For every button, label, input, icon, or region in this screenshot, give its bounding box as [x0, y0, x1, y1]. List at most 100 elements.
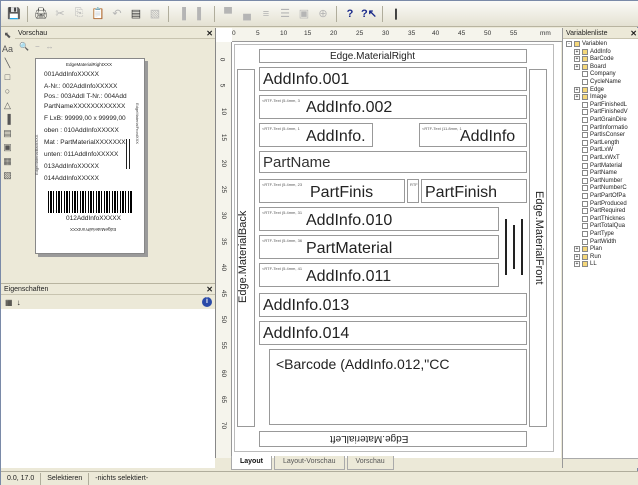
addinfo-001-field[interactable]: AddInfo.001: [259, 67, 527, 91]
align-middle-icon[interactable]: ▄: [238, 5, 256, 23]
partname-field[interactable]: PartName: [259, 151, 527, 173]
variable-tree-item[interactable]: PartLxW: [574, 147, 613, 154]
barcode-tool-icon[interactable]: ▐: [1, 112, 14, 126]
separator-line[interactable]: [505, 219, 507, 275]
exit-icon[interactable]: ❙: [387, 5, 405, 23]
info-icon[interactable]: i: [202, 297, 212, 307]
tab-layout-preview[interactable]: Layout-Vorschau: [273, 456, 345, 470]
ellipse-tool-icon[interactable]: ○: [1, 84, 14, 98]
variable-tree-item[interactable]: PartRequired: [574, 208, 625, 215]
variable-tree-item[interactable]: PartName: [574, 170, 617, 177]
variable-tree-item[interactable]: PartProduced: [574, 200, 627, 207]
zoom-out-icon[interactable]: −: [35, 42, 40, 51]
rtf-small-field[interactable]: RTF: [407, 179, 419, 203]
table-tool-icon[interactable]: ▦: [1, 154, 14, 168]
distribute-h-icon[interactable]: ≡: [257, 5, 275, 23]
expand-icon[interactable]: +: [574, 48, 580, 55]
addinfo-003-field[interactable]: <RTF-Text (5.4mm, 1 AddInfo.: [259, 123, 373, 147]
edge-material-left-field[interactable]: Edge.MaterialLeft: [259, 431, 527, 447]
variable-tree-item[interactable]: PartThicknes: [574, 215, 625, 222]
variable-tree-item[interactable]: + Edge: [574, 86, 604, 93]
align-top-icon[interactable]: ▀: [219, 5, 237, 23]
tab-preview[interactable]: Vorschau: [346, 456, 394, 470]
text-tool-icon[interactable]: Aa: [1, 42, 14, 56]
paste-icon[interactable]: 📋: [89, 5, 107, 23]
same-size-icon[interactable]: ▣: [295, 5, 313, 23]
horizontal-scrollbar[interactable]: [563, 458, 638, 468]
drawing-tool-icon[interactable]: △: [1, 98, 14, 112]
addinfo-013-field[interactable]: AddInfo.013: [259, 293, 527, 317]
sort-az-icon[interactable]: ↓: [17, 298, 21, 307]
zoom-icon[interactable]: 🔍: [19, 42, 29, 51]
variable-tree-item[interactable]: + BarCode: [574, 56, 614, 63]
variable-tree-item[interactable]: PartLength: [574, 139, 619, 146]
variable-tree-item[interactable]: PartTotalQua: [574, 223, 625, 230]
variable-tree-item[interactable]: PartIsConser: [574, 132, 625, 139]
object-list-icon[interactable]: ▤: [127, 5, 145, 23]
expand-icon[interactable]: +: [574, 246, 580, 253]
variable-tree-item[interactable]: PartMaterial: [574, 162, 622, 169]
addinfo-002-field[interactable]: <RTF-Text (5.4mm, 3 AddInfo.002: [259, 95, 527, 119]
select-tool-icon[interactable]: ⬉: [1, 28, 14, 42]
close-icon[interactable]: ✕: [630, 28, 637, 39]
picture-tool-icon[interactable]: ▣: [1, 140, 14, 154]
addinfo-004-field[interactable]: <RTF-Text (11.8mm, 1 AddInfo: [419, 123, 527, 147]
rectangle-tool-icon[interactable]: □: [1, 70, 14, 84]
expand-icon[interactable]: +: [574, 261, 580, 268]
variable-tree-item[interactable]: + Plan: [574, 246, 602, 253]
addinfo-014-field[interactable]: AddInfo.014: [259, 321, 527, 345]
print-icon[interactable]: 🖨: [32, 5, 50, 23]
barcode-field[interactable]: <Barcode (AddInfo.012,"CC: [269, 349, 527, 425]
separator-line[interactable]: [521, 219, 523, 275]
variable-tree-item[interactable]: PartNumberC: [574, 185, 627, 192]
arrange-icon[interactable]: ▧: [146, 5, 164, 23]
expand-icon[interactable]: +: [574, 253, 580, 260]
variable-tree-item[interactable]: PartPartOfPa: [574, 193, 626, 199]
expand-icon[interactable]: +: [574, 63, 580, 70]
variable-tree-item[interactable]: - Variablen: [566, 41, 607, 47]
variable-tree-item[interactable]: PartInformatio: [574, 124, 628, 131]
copy-icon[interactable]: ⎘: [70, 5, 88, 23]
variable-tree-item[interactable]: PartNumber: [574, 177, 622, 184]
undo-icon[interactable]: ↶: [108, 5, 126, 23]
partfinish-length-field[interactable]: <RTF-Text (5.4mm, 23 PartFinis: [259, 179, 405, 203]
expand-icon[interactable]: +: [574, 94, 580, 101]
center-icon[interactable]: ⊕: [314, 5, 332, 23]
expand-icon[interactable]: +: [574, 86, 580, 93]
collapse-icon[interactable]: -: [566, 41, 572, 47]
align-left-icon[interactable]: ▐: [173, 5, 191, 23]
variable-tree-item[interactable]: PartType: [574, 231, 614, 237]
variable-tree-item[interactable]: PartFinishedV: [574, 109, 628, 116]
cut-icon[interactable]: ✂: [51, 5, 69, 23]
variable-tree-item[interactable]: CycleName: [574, 79, 621, 85]
rtf-tool-icon[interactable]: ▤: [1, 126, 14, 140]
variable-tree-item[interactable]: PartLxWxT: [574, 155, 620, 161]
addinfo-010-field[interactable]: <RTF-Text (5.4mm, 31 AddInfo.010: [259, 207, 499, 231]
tab-layout[interactable]: Layout: [231, 456, 272, 470]
chart-tool-icon[interactable]: ▧: [1, 168, 14, 182]
categorized-icon[interactable]: ▦: [5, 298, 13, 307]
close-icon[interactable]: ✕: [206, 284, 213, 295]
variable-tree-item[interactable]: + Image: [574, 94, 607, 101]
layout-design-area[interactable]: 0 5 10 15 20 25 30 35 40 45 50 55 mm 0 5…: [215, 28, 562, 458]
separator-line[interactable]: [513, 225, 515, 269]
variable-tree-item[interactable]: PartWidth: [574, 238, 616, 245]
variable-tree-item[interactable]: PartGrainDire: [574, 117, 627, 123]
variable-tree-item[interactable]: + AddInfo: [574, 48, 611, 55]
variable-tree-item[interactable]: PartFinishedL: [574, 101, 627, 108]
variable-tree-item[interactable]: + LL: [574, 261, 597, 268]
zoom-fit-icon[interactable]: ↔: [46, 42, 54, 51]
variable-tree-item[interactable]: + Board: [574, 63, 606, 70]
addinfo-011-field[interactable]: <RTF-Text (5.4mm, 41 AddInfo.011: [259, 263, 499, 287]
label-canvas[interactable]: Edge.MaterialRight Edge.MaterialBack Edg…: [234, 44, 554, 452]
partmaterial-field[interactable]: <RTF-Text (5.4mm, 36 PartMaterial: [259, 235, 499, 259]
line-tool-icon[interactable]: ╲: [1, 56, 14, 70]
align-center-icon[interactable]: ▌: [192, 5, 210, 23]
help-icon[interactable]: ?: [341, 5, 359, 23]
edge-material-right-field[interactable]: Edge.MaterialRight: [259, 49, 527, 63]
context-help-icon[interactable]: ? ↖: [360, 5, 378, 23]
variable-tree-item[interactable]: Company: [574, 71, 616, 78]
save-icon[interactable]: 💾: [5, 5, 23, 23]
variable-tree-item[interactable]: + Run: [574, 253, 601, 260]
partfinish-width-field[interactable]: PartFinish: [421, 179, 527, 203]
